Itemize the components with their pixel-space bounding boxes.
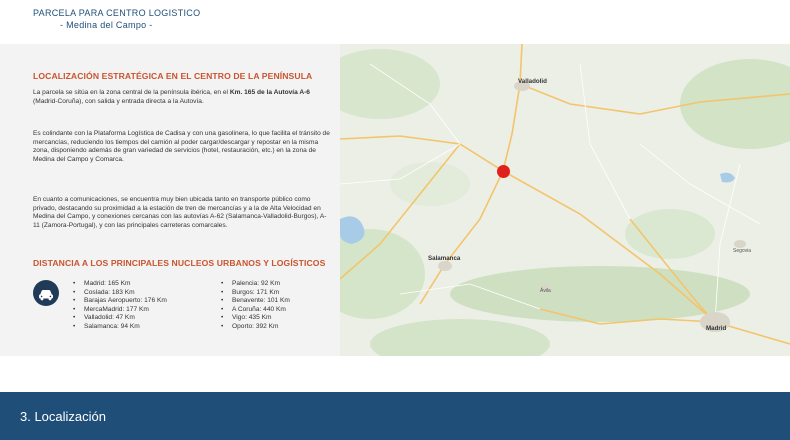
header-subtitle: - Medina del Campo - — [60, 20, 153, 30]
section-heading-distances: DISTANCIA A LOS PRINCIPALES NUCLEOS URBA… — [33, 258, 326, 268]
distance-item: Burgos: 171 Km — [218, 289, 290, 298]
paragraph-location-text-end: (Madrid-Coruña), con salida y entrada di… — [33, 97, 204, 105]
paragraph-location: La parcela se sitúa en la zona central d… — [33, 89, 333, 106]
paragraph-logistics: Es colindante con la Plataforma Logístic… — [33, 130, 330, 163]
paragraph-communications: En cuanto a comunicaciones, se encuentra… — [33, 196, 327, 229]
distance-item: Coslada: 183 Km — [70, 289, 167, 298]
page-header: PARCELA PARA CENTRO LOGISTICO - Medina d… — [0, 0, 790, 44]
distance-item: MercaMadrid: 177 Km — [70, 306, 167, 315]
city-label-salamanca: Salamanca — [428, 255, 461, 262]
location-marker-icon[interactable] — [497, 165, 510, 178]
footer-title: 3. Localización — [20, 409, 106, 424]
city-label-valladolid: Valladolid — [518, 78, 547, 85]
page-gap — [0, 356, 790, 392]
location-map[interactable]: Valladolid Salamanca Madrid Ávila Segovi… — [340, 44, 790, 356]
distance-item: Salamanca: 94 Km — [70, 323, 167, 332]
city-label-madrid: Madrid — [706, 325, 727, 332]
distance-item: Oporto: 392 Km — [218, 323, 290, 332]
car-icon — [33, 280, 59, 306]
map-canvas — [340, 44, 790, 356]
paragraph-location-bold: Km. 165 de la Autovía A-6 — [229, 89, 310, 96]
info-panel: LOCALIZACIÓN ESTRATÉGICA EN EL CENTRO DE… — [0, 44, 340, 356]
distance-item: Benavente: 101 Km — [218, 297, 290, 306]
distance-list-1: Madrid: 165 Km Coslada: 183 Km Barajas A… — [70, 280, 167, 332]
distance-item: A Coruña: 440 Km — [218, 306, 290, 315]
distance-item: Madrid: 165 Km — [70, 280, 167, 289]
section-heading-location: LOCALIZACIÓN ESTRATÉGICA EN EL CENTRO DE… — [33, 71, 313, 81]
distance-item: Valladolid: 47 Km — [70, 314, 167, 323]
distance-item: Barajas Aeropuerto: 176 Km — [70, 297, 167, 306]
city-label-segovia: Segovia — [733, 248, 752, 254]
distance-item: Vigo: 435 Km — [218, 314, 290, 323]
city-label-avila: Ávila — [540, 288, 551, 294]
distance-list-2: Palencia: 92 Km Burgos: 171 Km Benavente… — [218, 280, 290, 332]
distance-item: Palencia: 92 Km — [218, 280, 290, 289]
paragraph-location-text: La parcela se sitúa en la zona central d… — [33, 89, 230, 96]
header-title: PARCELA PARA CENTRO LOGISTICO — [33, 8, 201, 18]
page-footer: 3. Localización — [0, 392, 790, 440]
